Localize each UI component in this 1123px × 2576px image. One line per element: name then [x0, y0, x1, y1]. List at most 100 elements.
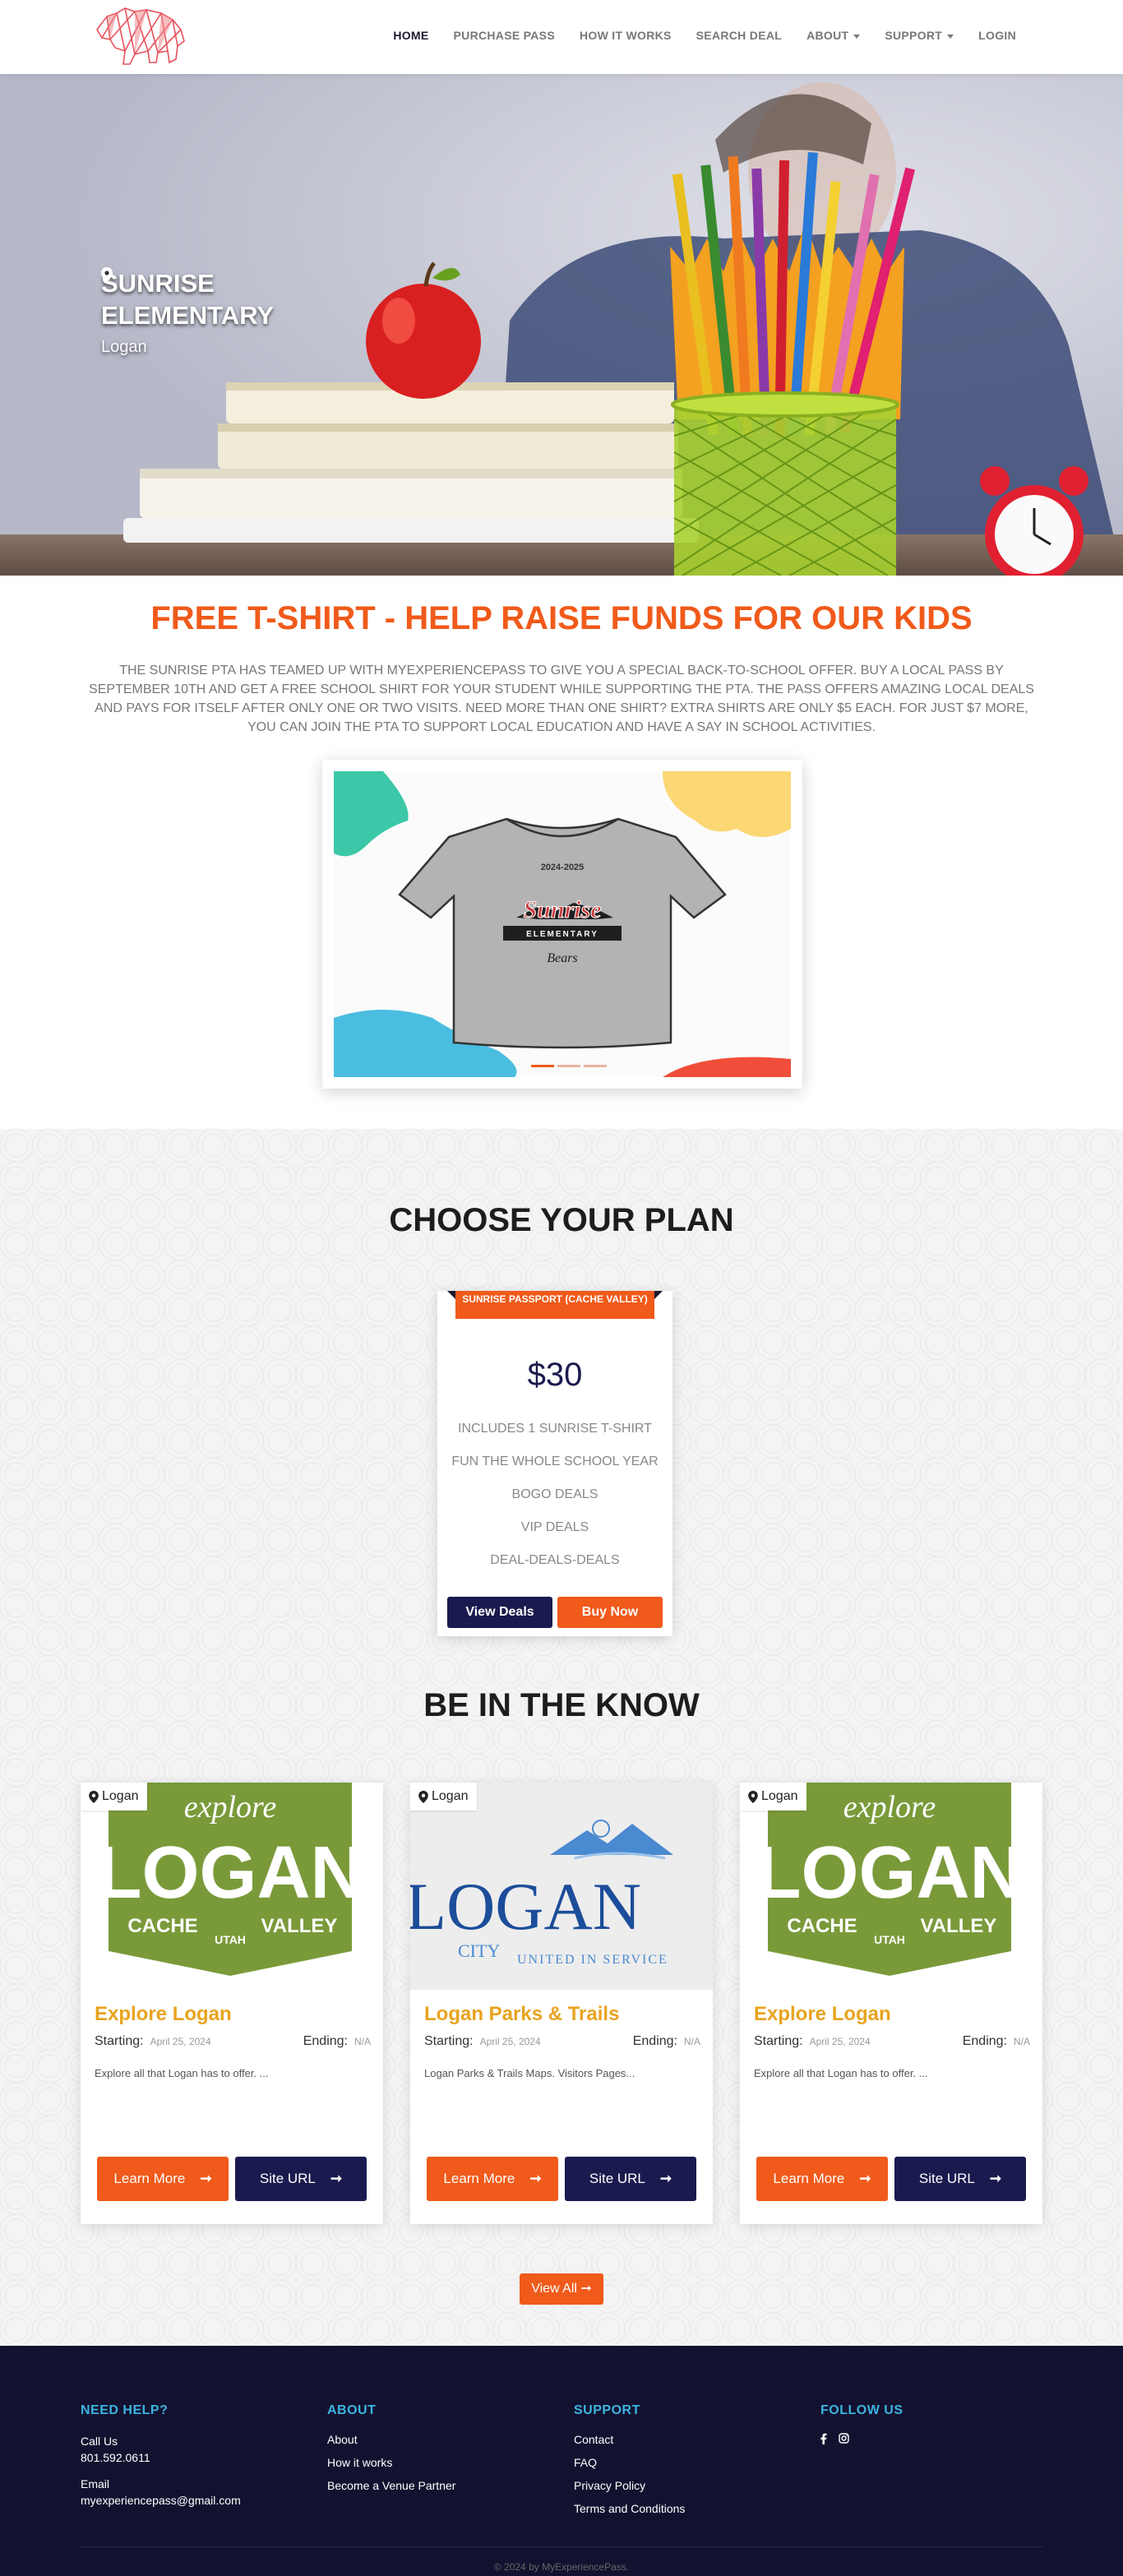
carousel-indicator[interactable] [584, 1065, 607, 1067]
footer-link-terms[interactable]: Terms and Conditions [574, 2502, 685, 2515]
site-logo[interactable] [92, 5, 191, 69]
footer-link-contact[interactable]: Contact [574, 2433, 685, 2446]
news-title: BE IN THE KNOW [423, 1687, 700, 1723]
end-date-group: Ending: N/A [303, 2034, 371, 2049]
carousel-indicator[interactable] [557, 1065, 580, 1067]
footer-link-privacy[interactable]: Privacy Policy [574, 2479, 685, 2492]
learn-more-button[interactable]: Learn More ➞ [756, 2157, 888, 2201]
end-label: Ending: [303, 2034, 348, 2048]
caret-down-icon [853, 34, 861, 39]
start-date: April 25, 2024 [150, 2036, 211, 2047]
news-description: Logan Parks & Trails Maps. Visitors Page… [424, 2067, 635, 2079]
badge-main: LOGAN [410, 1869, 641, 1944]
nav-how-it-works[interactable]: HOW IT WORKS [580, 29, 672, 42]
footer-link-about[interactable]: About [327, 2433, 455, 2446]
nav-search-deal[interactable]: SEARCH DEAL [696, 29, 782, 42]
footer-link-how-it-works[interactable]: How it works [327, 2456, 455, 2469]
view-all-label: View All [531, 2282, 577, 2296]
badge-mid: UTAH [215, 1933, 246, 1946]
map-pin-icon [748, 1790, 758, 1803]
news-card-title[interactable]: Explore Logan [754, 2003, 891, 2026]
nav-support-dropdown[interactable]: SUPPORT [885, 29, 954, 42]
site-url-label: Site URL [589, 2171, 645, 2186]
news-card-title[interactable]: Explore Logan [95, 2003, 232, 2026]
arrow-right-icon: ➞ [200, 2171, 212, 2186]
news-description: Explore all that Logan has to offer. ... [95, 2067, 269, 2079]
call-label: Call Us [81, 2435, 118, 2448]
start-label: Starting: [424, 2034, 474, 2048]
learn-more-label: Learn More [773, 2171, 845, 2186]
news-dates: Starting: April 25, 2024 Ending: N/A [95, 2034, 371, 2049]
footer-about-title: ABOUT [327, 2403, 377, 2417]
arrow-right-icon: ➞ [529, 2171, 542, 2186]
buy-now-button[interactable]: Buy Now [557, 1597, 663, 1628]
news-actions: Learn More ➞ Site URL ➞ [756, 2157, 1026, 2201]
end-label: Ending: [632, 2034, 677, 2048]
promo-description: The Sunrise PTA has teamed up with MyExp… [89, 664, 1034, 734]
footer-support-title: SUPPORT [574, 2403, 640, 2417]
end-date-group: Ending: N/A [963, 2034, 1030, 2049]
badge-top: explore [184, 1790, 277, 1824]
end-date-group: Ending: N/A [633, 2034, 700, 2049]
badge-main: LOGAN [756, 1832, 1024, 1914]
carousel-indicator[interactable] [531, 1065, 554, 1067]
nav-purchase-pass[interactable]: PURCHASE PASS [454, 29, 555, 42]
learn-more-button[interactable]: Learn More ➞ [427, 2157, 558, 2201]
footer-about-column: ABOUT About How it works Become a Venue … [327, 2403, 455, 2502]
badge-top: explore [843, 1790, 936, 1824]
carousel-slide: 2024-2025 Sunrise ELEMENTARY Bears [334, 771, 791, 1077]
site-url-button[interactable]: Site URL ➞ [894, 2157, 1026, 2201]
page: HOME PURCHASE PASS HOW IT WORKS SEARCH D… [0, 0, 1123, 2576]
news-location-tag: Logan [81, 1783, 147, 1811]
news-actions: Learn More ➞ Site URL ➞ [97, 2157, 367, 2201]
arrow-right-icon: ➞ [859, 2171, 871, 2186]
news-actions: Learn More ➞ Site URL ➞ [427, 2157, 696, 2201]
plan-feature: BOGO DEALS [511, 1487, 598, 1501]
phone-number[interactable]: 801.592.0611 [81, 2449, 241, 2466]
footer-help-title: NEED HELP? [81, 2403, 169, 2417]
badge-right: UNITED IN SERVICE [517, 1953, 668, 1967]
promo-title: FREE T-SHIRT - HELP RAISE FUNDS FOR OUR … [150, 600, 973, 636]
caret-down-icon [947, 34, 954, 39]
email-address[interactable]: myexperiencepass@gmail.com [81, 2492, 241, 2509]
carousel-indicators [531, 1065, 607, 1067]
nav-home[interactable]: HOME [393, 29, 428, 42]
site-footer: NEED HELP? Call Us 801.592.0611 Email my… [0, 2346, 1123, 2576]
news-location-tag: Logan [410, 1783, 477, 1811]
footer-follow-column: FOLLOW US [820, 2403, 903, 2444]
news-card-title[interactable]: Logan Parks & Trails [424, 2003, 619, 2026]
footer-link-venue-partner[interactable]: Become a Venue Partner [327, 2479, 455, 2492]
map-pin-icon [418, 1790, 428, 1803]
map-pin-icon [89, 1790, 99, 1803]
social-links [820, 2433, 903, 2444]
nav-login[interactable]: LOGIN [978, 29, 1016, 42]
news-location-tag: Logan [740, 1783, 806, 1811]
hero-text: SUNRISE ELEMENTARY Logan [101, 267, 315, 357]
learn-more-button[interactable]: Learn More ➞ [97, 2157, 229, 2201]
shirt-sub: ELEMENTARY [526, 930, 598, 939]
nav-about-dropdown[interactable]: ABOUT [806, 29, 861, 42]
badge-mid: UTAH [874, 1933, 905, 1946]
end-date: N/A [683, 2036, 700, 2047]
site-url-label: Site URL [918, 2171, 975, 2186]
tshirt-carousel[interactable]: 2024-2025 Sunrise ELEMENTARY Bears [322, 760, 802, 1089]
badge-left: CACHE [787, 1915, 857, 1937]
plan-price: $30 [527, 1357, 583, 1393]
learn-more-label: Learn More [113, 2171, 186, 2186]
site-url-button[interactable]: Site URL ➞ [235, 2157, 367, 2201]
facebook-icon[interactable] [820, 2433, 827, 2444]
badge-left: CACHE [127, 1915, 197, 1937]
hero-title: SUNRISE ELEMENTARY [101, 269, 275, 330]
logan-city-image: LOGAN CITY UNITED IN SERVICE [410, 1783, 713, 1990]
site-url-button[interactable]: Site URL ➞ [565, 2157, 696, 2201]
footer-help-column: NEED HELP? Call Us 801.592.0611 Email my… [81, 2403, 241, 2509]
instagram-icon[interactable] [839, 2433, 849, 2444]
view-deals-button[interactable]: View Deals [447, 1597, 552, 1628]
view-all-button[interactable]: View All ➞ [520, 2273, 603, 2305]
badge-right: VALLEY [261, 1915, 338, 1937]
plan-card: SUNRISE PASSPORT (CACHE VALLEY) $30 INCL… [437, 1291, 672, 1636]
news-card: explore LOGAN CACHE UTAH VALLEY Logan Ex… [740, 1783, 1042, 2224]
news-card: explore LOGAN CACHE UTAH VALLEY Logan Ex… [81, 1783, 383, 2224]
footer-link-faq[interactable]: FAQ [574, 2456, 685, 2469]
arrow-right-icon: ➞ [576, 2282, 592, 2296]
